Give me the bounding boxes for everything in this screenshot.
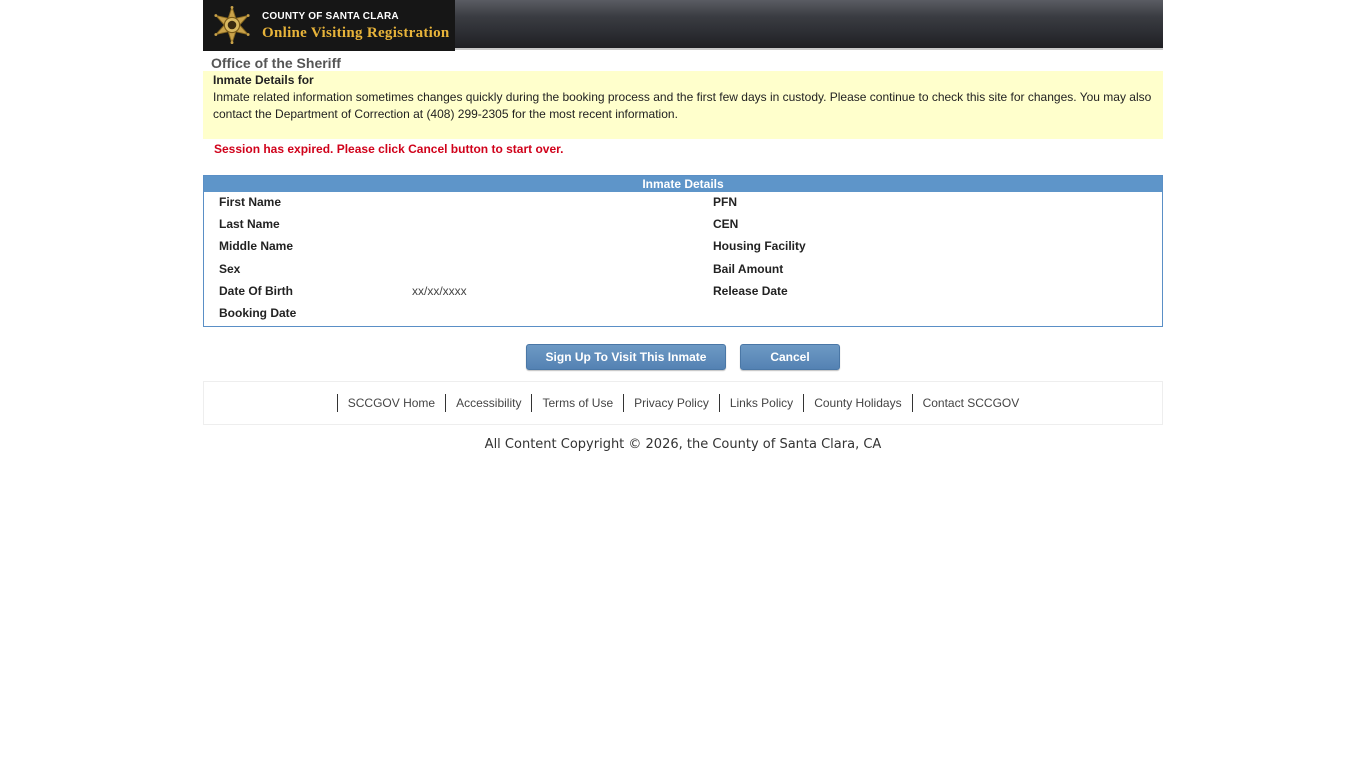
bail-amount-label: Bail Amount xyxy=(713,262,784,276)
footer-link-contact-sccgov[interactable]: Contact SCCGOV xyxy=(911,394,1030,412)
sex-label: Sex xyxy=(219,262,241,276)
middle-name-label: Middle Name xyxy=(219,239,294,253)
notice-box: Inmate Details for Inmate related inform… xyxy=(203,71,1163,139)
footer-link-privacy-policy[interactable]: Privacy Policy xyxy=(623,394,719,412)
logo-county-name: COUNTY OF SANTA CLARA xyxy=(262,11,399,22)
release-date-label: Release Date xyxy=(713,284,788,298)
sign-up-visit-button[interactable]: Sign Up To Visit This Inmate xyxy=(526,344,726,370)
footer-link-links-policy[interactable]: Links Policy xyxy=(718,394,803,412)
footer-links: SCCGOV Home Accessibility Terms of Use P… xyxy=(203,381,1163,425)
cen-label: CEN xyxy=(713,217,739,231)
last-name-label: Last Name xyxy=(219,217,280,231)
last-name-row: Last Name xyxy=(219,216,280,232)
date-of-birth-value: xx/xx/xxxx xyxy=(412,284,467,298)
logo-app-title: Online Visiting Registration xyxy=(262,25,450,41)
booking-date-row: Booking Date xyxy=(219,305,296,321)
date-of-birth-row: Date Of Birth xx/xx/xxxx xyxy=(219,283,467,299)
cancel-button[interactable]: Cancel xyxy=(740,344,840,370)
date-of-birth-label: Date Of Birth xyxy=(219,284,294,298)
footer-link-sccgov-home[interactable]: SCCGOV Home xyxy=(336,394,445,412)
site-logo[interactable]: COUNTY OF SANTA CLARA Online Visiting Re… xyxy=(203,0,455,51)
notice-title: Inmate Details for xyxy=(213,73,314,87)
middle-name-row: Middle Name xyxy=(219,238,293,254)
page-container: COUNTY OF SANTA CLARA Online Visiting Re… xyxy=(203,0,1163,453)
sheriff-badge-icon xyxy=(214,6,250,44)
sex-row: Sex xyxy=(219,261,240,277)
footer-link-county-holidays[interactable]: County Holidays xyxy=(803,394,911,412)
pfn-label: PFN xyxy=(713,195,737,209)
first-name-label: First Name xyxy=(219,195,282,209)
footer-link-terms-of-use[interactable]: Terms of Use xyxy=(531,394,623,412)
action-buttons: Sign Up To Visit This Inmate Cancel xyxy=(203,344,1163,370)
inmate-details-header: Inmate Details xyxy=(204,176,1162,192)
copyright-text: All Content Copyright © 2026, the County… xyxy=(484,437,882,452)
booking-date-label: Booking Date xyxy=(219,306,297,320)
inmate-details-panel: Inmate Details First Name Last Name Midd… xyxy=(203,175,1163,327)
header-banner: COUNTY OF SANTA CLARA Online Visiting Re… xyxy=(203,0,1163,51)
housing-facility-label: Housing Facility xyxy=(713,239,806,253)
session-expired-message: Session has expired. Please click Cancel… xyxy=(214,142,564,156)
notice-text: Inmate related information sometimes cha… xyxy=(213,90,1152,121)
first-name-row: First Name xyxy=(219,194,281,210)
office-title: Office of the Sheriff xyxy=(211,55,341,71)
footer-link-accessibility[interactable]: Accessibility xyxy=(445,394,531,412)
